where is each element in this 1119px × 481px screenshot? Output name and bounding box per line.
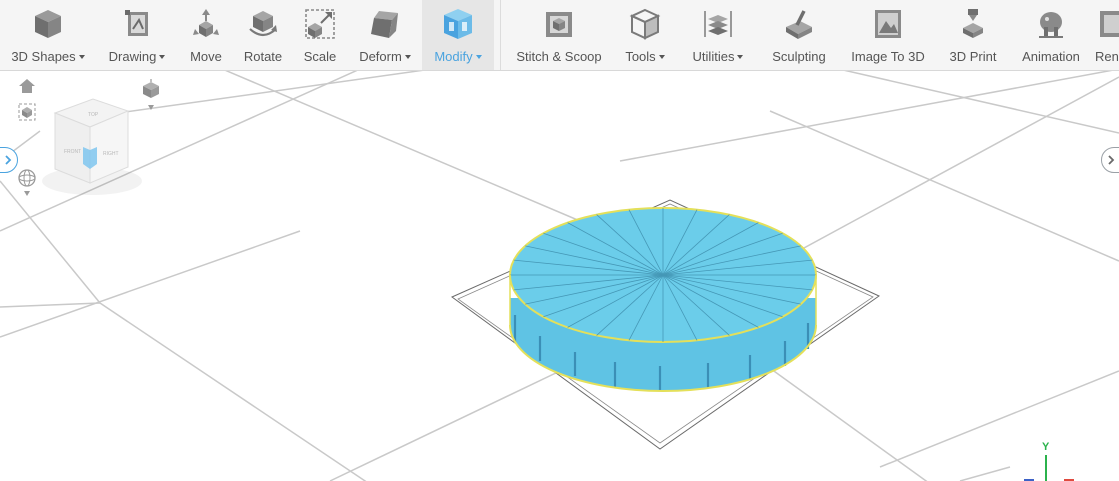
- tool-label: Scale: [303, 49, 337, 64]
- move-icon: [188, 6, 224, 42]
- image-to-3d-icon: [870, 6, 906, 42]
- view-cube-right-label: RIGHT: [103, 151, 119, 157]
- cube-icon: [30, 6, 66, 42]
- tool-label: Modify: [434, 49, 473, 64]
- chevron-right-icon: [5, 155, 12, 165]
- tools-icon: [627, 6, 663, 42]
- tool-sculpting[interactable]: Sculpting: [757, 0, 841, 70]
- grid-line: [879, 370, 1119, 468]
- tool-label: Image To 3D: [851, 49, 925, 64]
- deform-icon: [367, 6, 403, 42]
- 3d-viewport[interactable]: TOP FRONT RIGHT Y: [0, 71, 1119, 481]
- grid-line: [225, 71, 581, 222]
- tool-image-to-3d[interactable]: Image To 3D: [841, 0, 935, 70]
- animation-icon: [1033, 6, 1069, 42]
- modify-icon: [440, 6, 476, 42]
- tool-animation[interactable]: Animation: [1011, 0, 1091, 70]
- chevron-down-icon: [159, 55, 166, 59]
- stitch-scoop-icon: [541, 6, 577, 42]
- tool-scale[interactable]: Scale: [292, 0, 348, 70]
- chevron-down-icon: [404, 55, 411, 59]
- tool-move[interactable]: Move: [178, 0, 234, 70]
- orbit-icon[interactable]: [16, 167, 38, 199]
- grid-line: [0, 230, 301, 338]
- view-cube[interactable]: TOP FRONT RIGHT: [42, 98, 142, 195]
- tool-label: Sculpting: [772, 49, 826, 64]
- tool-label: Rotate: [243, 49, 283, 64]
- grid-line: [959, 466, 1011, 481]
- render-icon: [1095, 6, 1119, 42]
- view-cube-top-label: TOP: [88, 112, 99, 118]
- tool-label: Tools: [625, 49, 656, 64]
- chevron-down-icon: [737, 55, 744, 59]
- tool-3d-print[interactable]: 3D Print: [935, 0, 1011, 70]
- toolbar-divider: [500, 0, 501, 70]
- view-cube-front-label: FRONT: [64, 149, 81, 155]
- tool-label: Animation: [1022, 49, 1080, 64]
- tool-3d-shapes[interactable]: 3D Shapes: [0, 0, 96, 70]
- grid-line: [0, 180, 101, 304]
- tool-modify[interactable]: Modify: [422, 0, 494, 70]
- tool-deform[interactable]: Deform: [348, 0, 422, 70]
- cylinder-object[interactable]: [509, 207, 817, 392]
- view-perspective-icon[interactable]: [140, 79, 162, 113]
- tool-label: 3D Shapes: [11, 49, 76, 64]
- tool-label: 3D Print: [949, 49, 997, 64]
- y-axis-label: Y: [1042, 441, 1050, 453]
- axis-gizmo: [1024, 455, 1074, 481]
- tool-tools[interactable]: Tools: [611, 0, 679, 70]
- tool-label: Drawing: [108, 49, 157, 64]
- tool-stitch-scoop[interactable]: Stitch & Scoop: [507, 0, 611, 70]
- main-toolbar: 3D Shapes Drawing Move Rotate Scale Defo…: [0, 0, 1119, 71]
- grid-line: [759, 360, 928, 481]
- tool-label: Stitch & Scoop: [516, 49, 602, 64]
- tool-label: Rende: [1095, 49, 1119, 64]
- chevron-down-icon: [78, 55, 85, 59]
- scene-canvas[interactable]: TOP FRONT RIGHT: [0, 71, 1119, 481]
- tool-render[interactable]: Rende: [1091, 0, 1119, 70]
- tool-rotate[interactable]: Rotate: [234, 0, 292, 70]
- tool-drawing[interactable]: Drawing: [96, 0, 178, 70]
- 3d-print-icon: [955, 6, 991, 42]
- grid-line: [779, 76, 1119, 262]
- grid-line: [99, 302, 367, 481]
- chevron-down-icon: [475, 55, 482, 59]
- tool-label: Move: [190, 49, 222, 64]
- sculpting-icon: [781, 6, 817, 42]
- rotate-icon: [245, 6, 281, 42]
- utilities-icon: [700, 6, 736, 42]
- drawing-icon: [119, 6, 155, 42]
- fit-view-icon[interactable]: [18, 103, 36, 121]
- grid-line: [329, 370, 561, 481]
- home-icon[interactable]: [18, 77, 36, 95]
- tool-label: Deform: [359, 49, 402, 64]
- chevron-down-icon: [658, 55, 665, 59]
- app-window: 3D Shapes Drawing Move Rotate Scale Defo…: [0, 0, 1119, 481]
- tool-utilities[interactable]: Utilities: [679, 0, 757, 70]
- tool-label: Utilities: [692, 49, 735, 64]
- chevron-right-icon: [1108, 155, 1115, 165]
- scale-icon: [302, 6, 338, 42]
